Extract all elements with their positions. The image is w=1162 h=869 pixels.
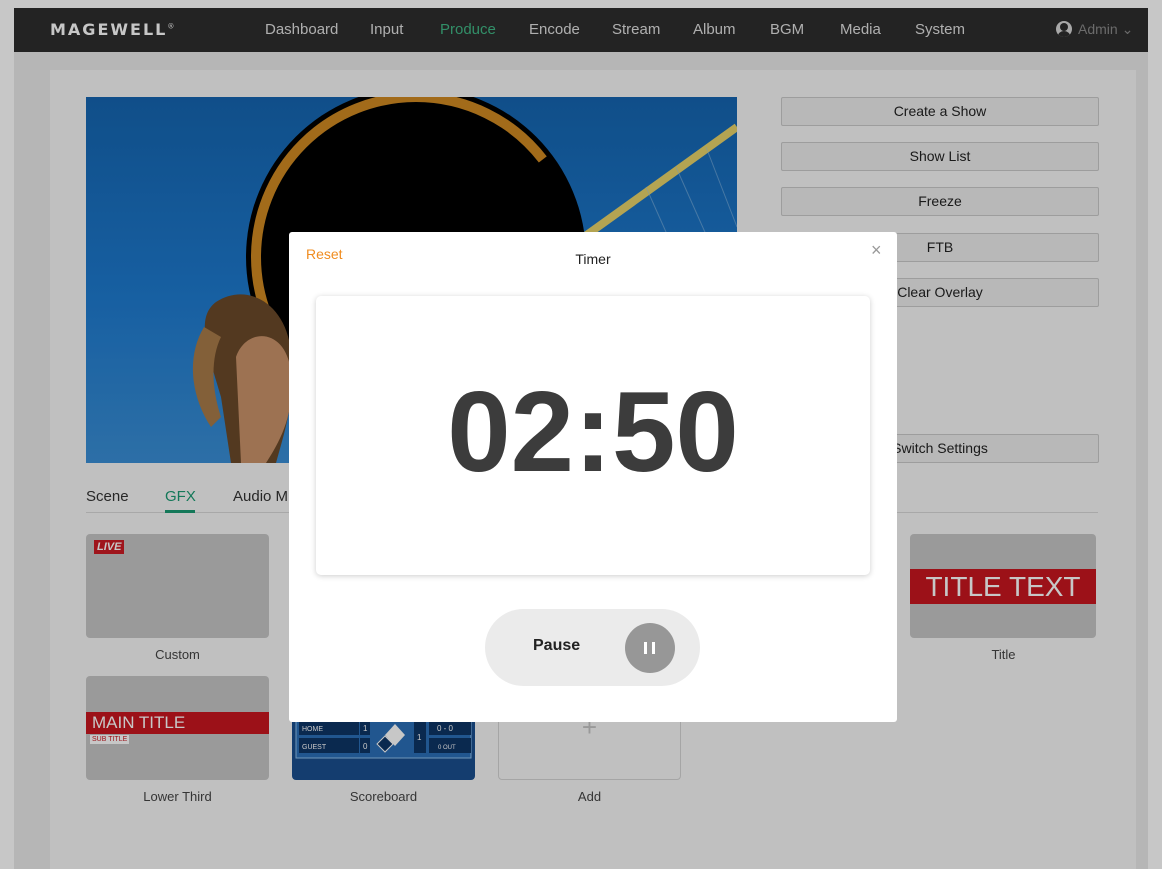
timer-dialog: Reset Timer × 02:50 Pause [289,232,897,722]
pause-label: Pause [533,637,581,654]
timer-display: 02:50 [316,296,870,575]
close-icon[interactable]: × [871,240,882,261]
dialog-title: Timer [575,251,611,267]
timer-value: 02:50 [447,369,739,496]
pause-icon[interactable] [625,623,675,673]
pause-button[interactable]: Pause [485,609,700,686]
